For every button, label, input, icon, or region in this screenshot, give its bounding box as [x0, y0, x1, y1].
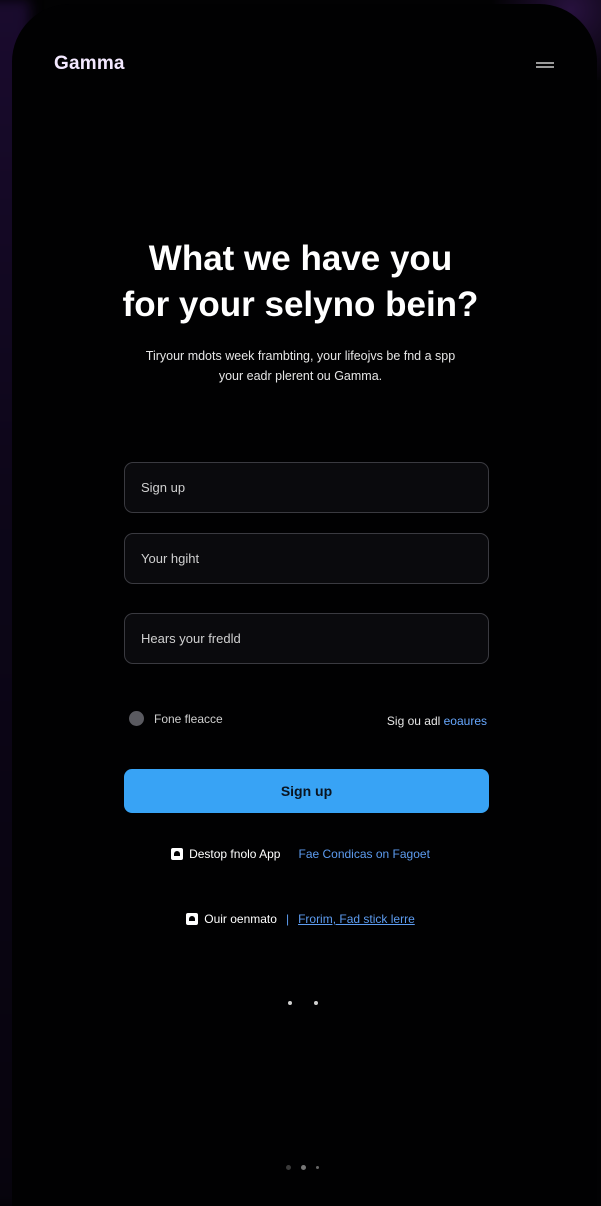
app-logo[interactable]: Gamma: [54, 53, 125, 75]
page-dot: [316, 1166, 319, 1169]
friend-input[interactable]: [124, 613, 489, 664]
page-dot-active: [301, 1165, 306, 1170]
phone-frame: Gamma What we have you for your selyno b…: [0, 0, 601, 1206]
signin-link[interactable]: eoaures: [444, 714, 487, 728]
conditions-link[interactable]: Fae Condicas on Fagoet: [298, 847, 429, 861]
page-dot: [286, 1165, 291, 1170]
height-input[interactable]: [124, 533, 489, 584]
page-indicator: [286, 1165, 319, 1170]
forum-link[interactable]: Frorim, Fad stick lerre: [298, 912, 415, 926]
remember-label: Fone fleacce: [154, 711, 223, 726]
contact-label[interactable]: Ouir oenmato: [204, 912, 277, 926]
app-download-row: Destop fnolo App Fae Condicas on Fagoet: [0, 847, 601, 861]
desktop-app-link[interactable]: Destop fnolo App: [189, 847, 280, 861]
contact-row: Ouir oenmato | Frorim, Fad stick lerre: [0, 912, 601, 926]
signup-button[interactable]: Sign up: [124, 769, 489, 813]
loader-dot: [288, 1001, 292, 1005]
signup-input[interactable]: [124, 462, 489, 513]
separator: |: [285, 912, 290, 926]
screen: [12, 4, 597, 1206]
document-icon: [186, 913, 199, 925]
subtitle-line-1: Tiryour mdots week frambting, your lifeo…: [145, 349, 456, 363]
radio-button[interactable]: [129, 711, 144, 726]
page-title-line-2: for your selyno bein?: [122, 285, 479, 324]
remember-option[interactable]: Fone fleacce: [129, 711, 223, 726]
subtitle-line-2: your eadr plerent ou Gamma.: [218, 369, 383, 383]
loader-dot: [314, 1001, 318, 1005]
signin-prefix: Sig ou adl: [386, 714, 441, 728]
app-icon: [171, 848, 184, 860]
hamburger-menu-icon[interactable]: [536, 62, 556, 70]
loading-indicator: [288, 1001, 318, 1005]
signin-line: Sig ou adl eoaures: [387, 714, 487, 728]
page-title-line-1: What we have you: [148, 239, 453, 278]
